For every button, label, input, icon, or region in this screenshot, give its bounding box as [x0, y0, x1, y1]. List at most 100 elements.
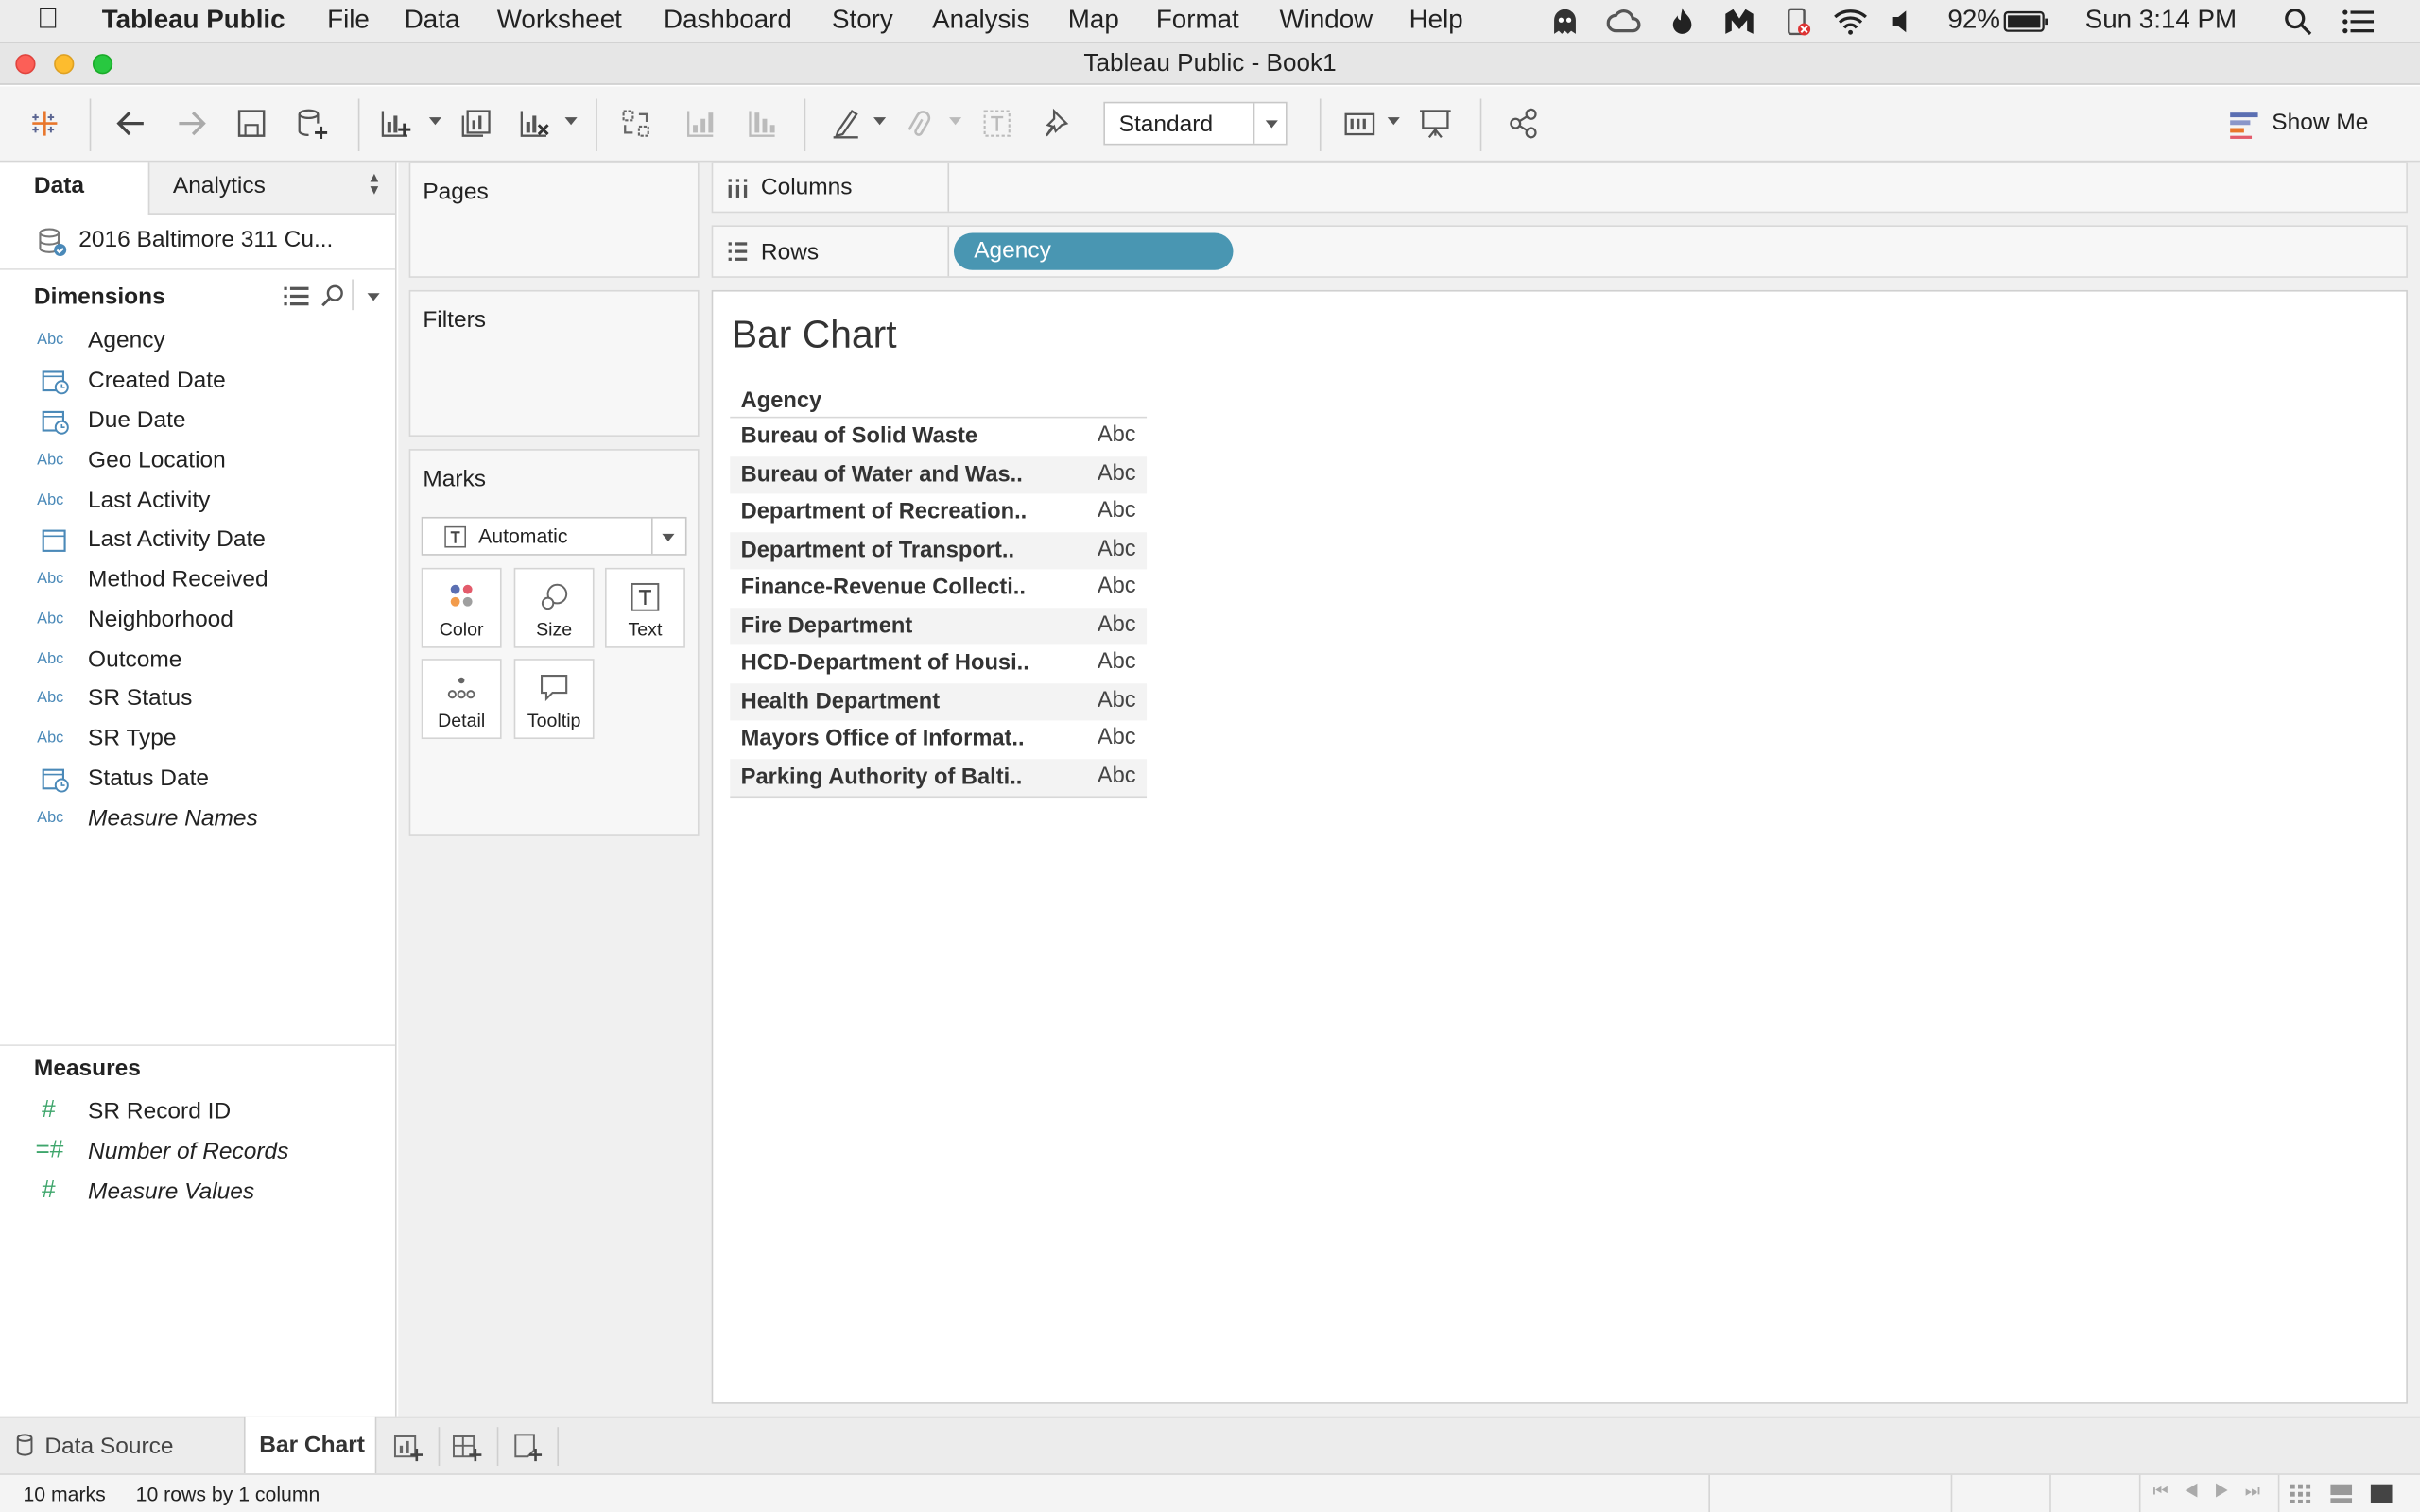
presentation-mode-button[interactable]	[1412, 102, 1459, 146]
tooltip-button[interactable]: Tooltip	[513, 659, 595, 740]
search-icon[interactable]	[321, 284, 346, 308]
dimension-field[interactable]: Abc Measure Names	[0, 800, 395, 839]
table-row[interactable]: Health Department Abc	[730, 682, 1148, 721]
dimension-field[interactable]: Abc Neighborhood	[0, 602, 395, 641]
group-dropdown-icon[interactable]	[949, 117, 962, 126]
menu-worksheet[interactable]: Worksheet	[497, 5, 622, 36]
zoom-window-button[interactable]	[92, 54, 113, 75]
tab-bar-chart[interactable]: Bar Chart	[243, 1416, 377, 1474]
mark-type-select[interactable]: Automatic	[421, 516, 687, 556]
dimension-field[interactable]: Last Activity Date	[0, 522, 395, 560]
measure-field[interactable]: # Measure Values	[0, 1174, 395, 1212]
table-row[interactable]: Bureau of Water and Was.. Abc	[730, 455, 1148, 494]
table-row[interactable]: HCD-Department of Housi.. Abc	[730, 644, 1148, 683]
battery-icon[interactable]	[2003, 9, 2049, 34]
menu-help[interactable]: Help	[1409, 5, 1463, 36]
tab-data[interactable]: Data	[0, 162, 148, 215]
text-button[interactable]: Text	[604, 567, 685, 648]
volume-icon[interactable]	[1889, 9, 1913, 34]
new-story-tab-icon[interactable]	[512, 1432, 544, 1463]
dimension-field[interactable]: Abc Agency	[0, 322, 395, 361]
new-worksheet-dropdown-icon[interactable]	[428, 117, 441, 126]
table-row[interactable]: Parking Authority of Balti.. Abc	[730, 758, 1148, 797]
group-members-button[interactable]	[897, 102, 943, 146]
dimension-field[interactable]: Abc Geo Location	[0, 443, 395, 482]
new-worksheet-tab-icon[interactable]	[393, 1432, 424, 1463]
show-me-button[interactable]: Show Me	[2222, 105, 2377, 145]
wifi-icon[interactable]	[1832, 8, 1869, 35]
save-button[interactable]	[229, 102, 275, 146]
highlight-dropdown-icon[interactable]	[873, 117, 887, 126]
measure-field[interactable]: =# Number of Records	[0, 1134, 395, 1173]
agency-pill[interactable]: Agency	[953, 232, 1234, 270]
rows-shelf[interactable]: Rows Agency	[711, 225, 2408, 278]
menu-window[interactable]: Window	[1279, 5, 1373, 36]
tab-analytics[interactable]: Analytics ▲ ▼	[147, 162, 395, 215]
new-worksheet-button[interactable]	[372, 102, 418, 146]
new-data-source-button[interactable]	[288, 102, 335, 146]
tab-data-source[interactable]: Data Source	[0, 1418, 244, 1473]
color-button[interactable]: Color	[421, 567, 502, 648]
dimension-field[interactable]: Abc Method Received	[0, 561, 395, 600]
dimension-field[interactable]: Abc SR Type	[0, 720, 395, 759]
agency-column-header[interactable]: Agency	[741, 388, 822, 413]
clear-sheet-dropdown-icon[interactable]	[564, 117, 578, 126]
redo-button[interactable]	[168, 102, 215, 146]
columns-shelf[interactable]: Columns	[711, 162, 2408, 214]
dimension-field[interactable]: Created Date	[0, 363, 395, 402]
size-button[interactable]: Size	[513, 567, 595, 648]
new-dashboard-tab-icon[interactable]	[452, 1432, 483, 1463]
dimension-field[interactable]: Abc Last Activity	[0, 483, 395, 522]
show-cards-dropdown-icon[interactable]	[1387, 117, 1400, 126]
show-tabs-icon[interactable]	[2370, 1484, 2393, 1503]
dimension-field[interactable]: Abc Outcome	[0, 642, 395, 680]
swap-rows-columns-button[interactable]	[613, 102, 659, 146]
table-row[interactable]: Department of Transport.. Abc	[730, 531, 1148, 570]
measure-field[interactable]: # SR Record ID	[0, 1094, 395, 1133]
table-row[interactable]: Department of Recreation.. Abc	[730, 493, 1148, 532]
pages-card[interactable]: Pages	[408, 162, 700, 278]
dimension-field[interactable]: Abc SR Status	[0, 680, 395, 719]
fix-axes-button[interactable]	[1034, 102, 1080, 146]
app-menu[interactable]: Tableau Public	[102, 5, 285, 36]
show-cards-button[interactable]	[1337, 102, 1383, 146]
close-window-button[interactable]	[15, 54, 36, 75]
table-row[interactable]: Fire Department Abc	[730, 607, 1148, 645]
menu-format[interactable]: Format	[1156, 5, 1239, 36]
ghost-icon[interactable]	[1549, 7, 1581, 38]
notification-center-icon[interactable]	[2342, 8, 2376, 35]
spotlight-icon[interactable]	[2284, 8, 2312, 36]
menu-file[interactable]: File	[327, 5, 370, 36]
menu-map[interactable]: Map	[1068, 5, 1119, 36]
undo-button[interactable]	[108, 102, 154, 146]
view-as-list-icon[interactable]	[284, 285, 309, 307]
sort-descending-button[interactable]	[737, 102, 784, 146]
dimension-field[interactable]: Status Date	[0, 761, 395, 799]
clear-sheet-button[interactable]	[510, 102, 557, 146]
tableau-logo-icon[interactable]	[22, 102, 68, 146]
duplicate-sheet-button[interactable]	[452, 102, 498, 146]
detail-button[interactable]: Detail	[421, 659, 502, 740]
fit-select[interactable]: Standard	[1103, 101, 1288, 146]
minimize-window-button[interactable]	[54, 54, 75, 75]
sheet-navigation-arrows[interactable]: ⏮◀▶⏭	[2153, 1483, 2276, 1503]
table-row[interactable]: Mayors Office of Informat.. Abc	[730, 720, 1148, 759]
data-source-item[interactable]: 2016 Baltimore 311 Cu...	[0, 215, 395, 267]
device-alert-icon[interactable]	[1784, 7, 1811, 38]
menu-analysis[interactable]: Analysis	[932, 5, 1029, 36]
creative-cloud-icon[interactable]	[1606, 8, 1641, 35]
menubar-clock[interactable]: Sun 3:14 PM	[2085, 5, 2237, 36]
menu-data[interactable]: Data	[405, 5, 460, 36]
highlight-button[interactable]	[822, 102, 869, 146]
table-row[interactable]: Finance-Revenue Collecti.. Abc	[730, 569, 1148, 608]
table-row[interactable]: Bureau of Solid Waste Abc	[730, 418, 1148, 456]
menu-story[interactable]: Story	[832, 5, 893, 36]
show-mark-labels-button[interactable]	[974, 102, 1020, 146]
filters-card[interactable]: Filters	[408, 289, 700, 438]
dimension-field[interactable]: Due Date	[0, 403, 395, 441]
show-filmstrip-icon[interactable]	[2290, 1484, 2312, 1503]
sheet-title[interactable]: Bar Chart	[732, 313, 897, 357]
dimensions-menu-icon[interactable]	[367, 293, 380, 301]
show-sheet-sorter-icon[interactable]	[2330, 1484, 2353, 1503]
menu-dashboard[interactable]: Dashboard	[664, 5, 792, 36]
